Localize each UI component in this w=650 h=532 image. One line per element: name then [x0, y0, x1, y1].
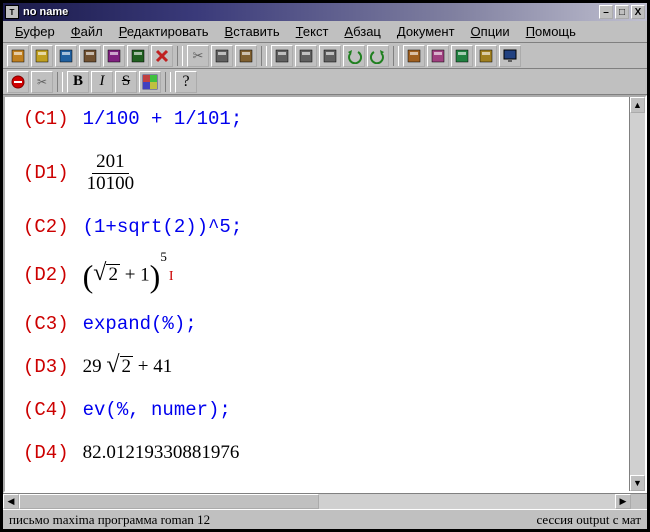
- cut-icon[interactable]: ✂: [187, 45, 209, 67]
- app-window: T no name – □ X БуферФайлРедактироватьВс…: [0, 0, 650, 532]
- palette-icon[interactable]: [427, 45, 449, 67]
- toolbar-primary: ✂: [3, 43, 647, 69]
- scroll-up-button[interactable]: ▲: [630, 97, 645, 113]
- delete-x-icon[interactable]: [151, 45, 173, 67]
- stop-button[interactable]: [7, 71, 29, 93]
- doc-line-4: (C3) expand(%);: [23, 314, 619, 335]
- scroll-down-button[interactable]: ▼: [630, 475, 645, 491]
- strike-button[interactable]: S: [115, 71, 137, 93]
- replace-icon[interactable]: [319, 45, 341, 67]
- output-fraction: 20110100: [83, 152, 139, 195]
- books1-icon[interactable]: [103, 45, 125, 67]
- input-expr: 1/100 + 1/101;: [83, 109, 243, 130]
- line-label: (C3): [23, 314, 69, 335]
- input-expr: (1+sqrt(2))^5;: [83, 217, 243, 238]
- titlebar[interactable]: T no name – □ X: [3, 3, 647, 21]
- books2-icon[interactable]: [127, 45, 149, 67]
- bold-button[interactable]: B: [67, 71, 89, 93]
- new-doc-icon[interactable]: [7, 45, 29, 67]
- brush-icon[interactable]: [451, 45, 473, 67]
- find-icon[interactable]: [271, 45, 293, 67]
- line-label: (D2): [23, 265, 69, 286]
- close-button[interactable]: X: [631, 5, 645, 19]
- doc-line-3: (D2) (√2 + 1)5I: [23, 260, 619, 292]
- scroll-left-button[interactable]: ◀: [3, 494, 19, 509]
- line-label: (C2): [23, 217, 69, 238]
- doc-line-2: (C2) (1+sqrt(2))^5;: [23, 217, 619, 238]
- window-title: no name: [23, 6, 68, 18]
- art-icon[interactable]: [475, 45, 497, 67]
- redo-icon[interactable]: [367, 45, 389, 67]
- help-button[interactable]: ?: [175, 71, 197, 93]
- doc-line-5: (D3) 29 √2 + 41: [23, 356, 619, 378]
- input-expr: expand(%);: [83, 314, 197, 335]
- maximize-button[interactable]: □: [615, 5, 629, 19]
- input-expr: ev(%, numer);: [83, 400, 231, 421]
- paste-icon[interactable]: [235, 45, 257, 67]
- doc-line-1: (D1) 20110100: [23, 152, 619, 195]
- find-next-icon[interactable]: [295, 45, 317, 67]
- output-plain: 82.01219330881976: [83, 443, 240, 464]
- vscroll-track[interactable]: [630, 113, 645, 475]
- scissors-icon[interactable]: ✂: [31, 71, 53, 93]
- hscroll-track[interactable]: [19, 494, 615, 509]
- content-area: (C1) 1/100 + 1/101; (D1) 20110100 (C2) (1+sqr…: [3, 95, 647, 493]
- scroll-right-button[interactable]: ▶: [615, 494, 631, 509]
- menu-item-7[interactable]: Опции: [463, 22, 518, 41]
- doc-line-0: (C1) 1/100 + 1/101;: [23, 109, 619, 130]
- output-expr: (√2 + 1)5I: [83, 260, 174, 292]
- line-label: (C1): [23, 109, 69, 130]
- undo-icon[interactable]: [343, 45, 365, 67]
- output-expr: 29 √2 + 41: [83, 356, 173, 378]
- menu-item-4[interactable]: Текст: [288, 22, 337, 41]
- status-left: письмо maxima программа roman 12: [9, 512, 537, 528]
- hscroll-thumb[interactable]: [19, 494, 319, 509]
- vertical-scrollbar[interactable]: ▲ ▼: [629, 97, 645, 491]
- menu-item-0[interactable]: Буфер: [7, 22, 63, 41]
- minimize-button[interactable]: –: [599, 5, 613, 19]
- wand-icon[interactable]: [403, 45, 425, 67]
- menu-item-5[interactable]: Абзац: [336, 22, 388, 41]
- menu-item-8[interactable]: Помощь: [518, 22, 584, 41]
- menu-item-1[interactable]: Файл: [63, 22, 111, 41]
- toolbar-secondary: ✂ B I S ?: [3, 69, 647, 95]
- line-label: (D1): [23, 163, 69, 184]
- grid-icon[interactable]: [139, 71, 161, 93]
- save-icon[interactable]: [55, 45, 77, 67]
- menubar: БуферФайлРедактироватьВставитьТекстАбзац…: [3, 21, 647, 43]
- open-icon[interactable]: [31, 45, 53, 67]
- copy-icon[interactable]: [211, 45, 233, 67]
- monitor-icon[interactable]: [499, 45, 521, 67]
- system-menu-icon[interactable]: T: [5, 5, 19, 19]
- line-label: (D3): [23, 357, 69, 378]
- line-label: (D4): [23, 443, 69, 464]
- menu-item-2[interactable]: Редактировать: [111, 22, 217, 41]
- doc-line-7: (D4) 82.01219330881976: [23, 443, 619, 464]
- document-view[interactable]: (C1) 1/100 + 1/101; (D1) 20110100 (C2) (1+sqr…: [5, 97, 629, 491]
- horizontal-scrollbar[interactable]: ◀ ▶: [3, 493, 647, 509]
- line-label: (C4): [23, 400, 69, 421]
- menu-item-3[interactable]: Вставить: [217, 22, 288, 41]
- menu-item-6[interactable]: Документ: [389, 22, 463, 41]
- statusbar: письмо maxima программа roman 12 сессия …: [3, 509, 647, 529]
- status-right: сессия output с мат: [537, 512, 642, 528]
- doc-line-6: (C4) ev(%, numer);: [23, 400, 619, 421]
- italic-button[interactable]: I: [91, 71, 113, 93]
- print-icon[interactable]: [79, 45, 101, 67]
